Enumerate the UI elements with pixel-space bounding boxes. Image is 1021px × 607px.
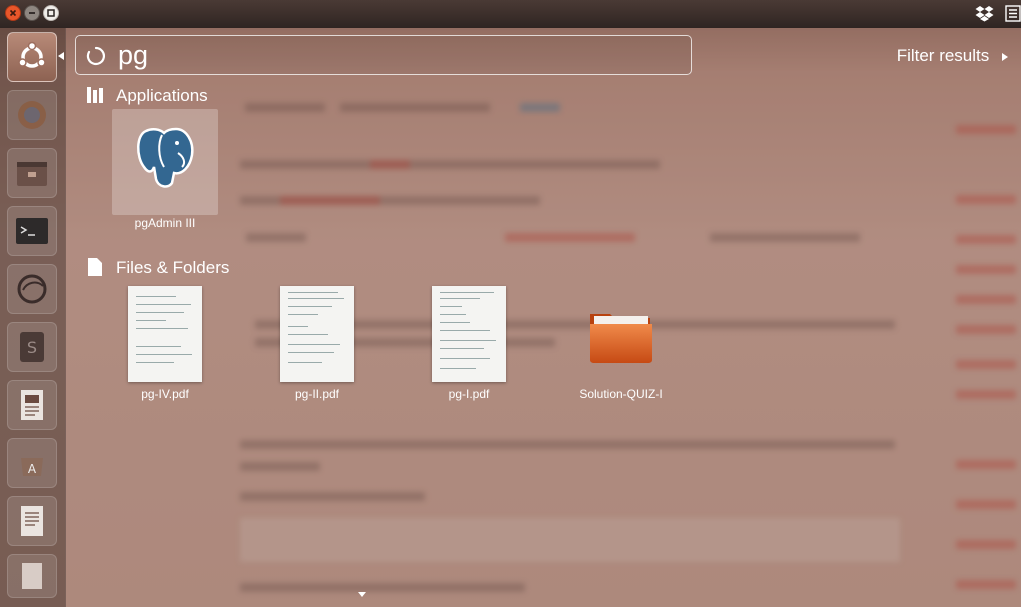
active-arrow-icon	[58, 52, 64, 60]
launcher-software-center-button[interactable]: A	[7, 438, 57, 488]
svg-text:A: A	[28, 462, 37, 476]
pdf-thumbnail-icon	[432, 286, 506, 382]
sublime-icon: S	[20, 332, 44, 362]
file-label: pg-II.pdf	[294, 387, 340, 401]
software-center-icon: A	[21, 458, 43, 476]
files-folders-header: Files & Folders	[116, 258, 230, 277]
svg-text:S: S	[27, 338, 37, 357]
filter-results-button[interactable]: Filter results	[897, 46, 1008, 66]
firefox-icon	[18, 101, 46, 129]
eclipse-icon	[17, 274, 47, 304]
pdf-thumbnail-icon	[280, 286, 354, 382]
app-label-pgadmin: pgAdmin III	[134, 216, 196, 230]
postgres-elephant-icon	[137, 127, 194, 188]
launcher-firefox-button[interactable]	[7, 90, 57, 140]
applications-category-icon	[87, 87, 103, 103]
terminal-icon	[16, 218, 48, 244]
search-input[interactable]: pg	[75, 35, 692, 75]
app-tile-pgadmin[interactable]	[112, 109, 218, 215]
chevron-right-icon	[1002, 52, 1008, 61]
file-label: pg-IV.pdf	[141, 387, 189, 401]
launcher-terminal-button[interactable]	[7, 206, 57, 256]
messages-indicator-icon[interactable]	[1005, 5, 1021, 22]
folder-label: Solution-QUIZ-I	[579, 387, 663, 401]
dropbox-icon[interactable]	[975, 5, 994, 22]
files-icon	[17, 162, 47, 186]
launcher-eclipse-button[interactable]	[7, 264, 57, 314]
pdf-thumbnail-icon	[128, 286, 202, 382]
launcher-extra-button[interactable]	[7, 554, 57, 598]
search-spinner-icon	[86, 46, 105, 66]
launcher: S A	[0, 28, 66, 607]
launcher-writer-button[interactable]	[7, 496, 57, 546]
search-query: pg	[118, 40, 149, 70]
files-category-icon	[88, 258, 102, 276]
folder-icon	[590, 314, 652, 363]
launcher-impress-button[interactable]	[7, 380, 57, 430]
close-icon	[9, 9, 17, 17]
libreoffice-impress-icon	[21, 390, 43, 420]
maximize-window-button[interactable]	[43, 5, 59, 21]
minimize-icon	[29, 12, 35, 14]
minimize-window-button[interactable]	[24, 5, 40, 21]
launcher-dash-button[interactable]	[7, 32, 57, 82]
maximize-icon	[47, 9, 55, 17]
libreoffice-writer-icon	[21, 506, 43, 536]
close-window-button[interactable]	[5, 5, 21, 21]
file-label: pg-I.pdf	[448, 387, 490, 401]
top-panel	[0, 0, 1021, 28]
scroll-down-icon[interactable]	[358, 592, 366, 597]
ubuntu-logo-icon	[18, 41, 46, 68]
launcher-files-button[interactable]	[7, 148, 57, 198]
applications-header: Applications	[116, 86, 208, 105]
launcher-sublime-button[interactable]: S	[7, 322, 57, 372]
filter-results-label: Filter results	[896, 46, 990, 65]
document-icon	[22, 563, 42, 589]
